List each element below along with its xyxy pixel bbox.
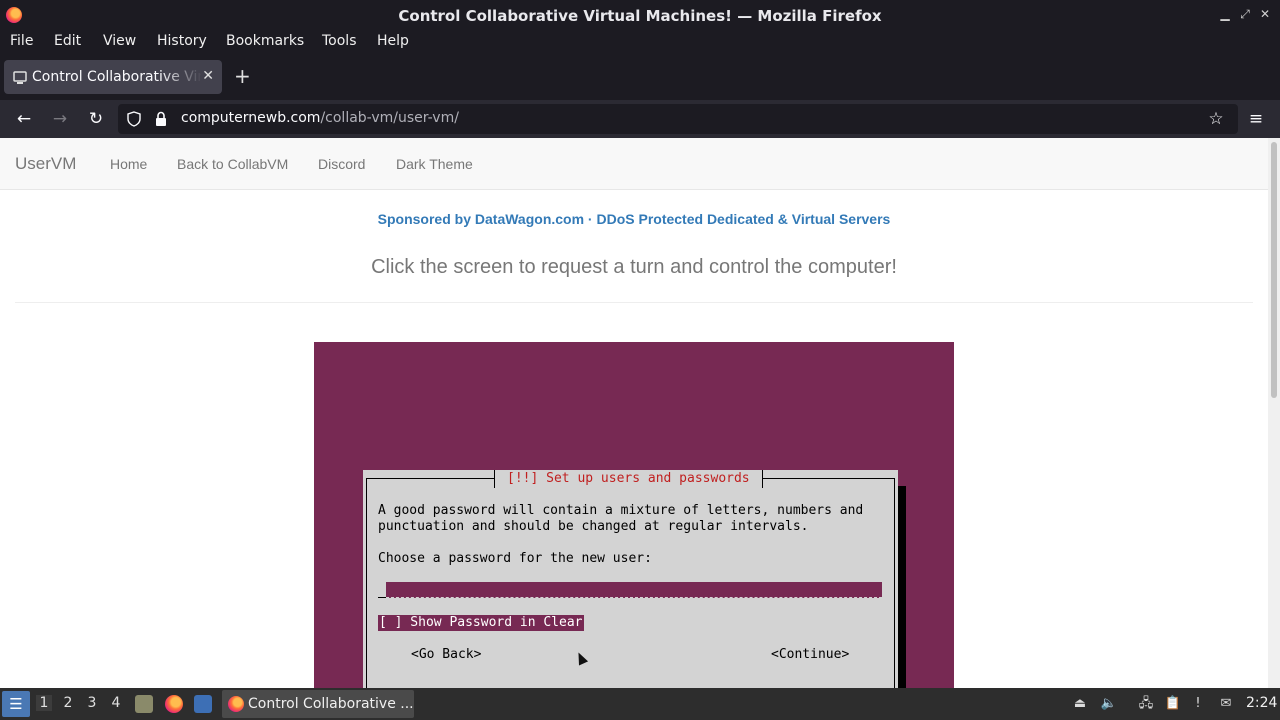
navigation-toolbar: ← → ↻ computernewb.com/collab-vm/user-vm… [0,100,1280,138]
firefox-task-icon [228,696,244,712]
eject-icon[interactable]: ⏏ [1071,695,1089,713]
bookmark-star-icon[interactable]: ☆ [1206,109,1226,129]
page-scrollbar[interactable] [1268,138,1280,688]
menu-help[interactable]: Help [377,33,409,49]
nav-link-discord[interactable]: Discord [318,156,365,172]
installer-dialog: [!!] Set up users and passwords A good p… [363,470,898,688]
workspace-3[interactable]: 3 [84,695,100,711]
minimize-button[interactable]: ▁ [1218,6,1232,22]
dialog-title: [!!] Set up users and passwords [494,470,763,488]
close-window-button[interactable]: ✕ [1258,6,1272,22]
clock: 2:24 [1246,695,1278,711]
collabvm-favicon-icon [13,71,27,84]
desktop-icon[interactable] [194,695,212,713]
tab-strip: Control Collaborative Virtual Machines! … [0,54,1280,100]
reload-button[interactable]: ↻ [86,109,106,129]
tab-title: Control Collaborative Virtual Machines! [32,69,202,85]
sponsor-link[interactable]: Sponsored by DataWagon.com · DDoS Protec… [0,211,1268,227]
site-navbar: UserVM Home Back to CollabVM Discord Dar… [0,138,1268,190]
password-prompt: Choose a password for the new user: [378,551,652,566]
tab-active[interactable]: Control Collaborative Virtual Machines! … [4,60,222,94]
menu-edit[interactable]: Edit [54,33,81,49]
url-bar[interactable]: computernewb.com/collab-vm/user-vm/ ☆ [118,104,1238,134]
back-button[interactable]: ← [14,109,34,129]
page-lead-text: Click the screen to request a turn and c… [371,256,897,278]
web-page: UserVM Home Back to CollabVM Discord Dar… [0,138,1268,688]
taskbar: ☰ 1 2 3 4 Control Collaborative ... ⏏ 🔈 … [0,688,1280,720]
menu-tools[interactable]: Tools [322,33,357,49]
clipboard-icon[interactable]: 📋 [1164,695,1182,713]
lock-icon[interactable] [154,111,168,127]
nav-link-home[interactable]: Home [110,156,147,172]
go-back-button[interactable]: <Go Back> [411,647,481,663]
dialog-text-line-2: punctuation and should be changed at reg… [378,519,809,534]
show-password-checkbox[interactable]: [ ] Show Password in Clear [378,615,584,631]
text-cursor [378,582,386,598]
start-menu-button[interactable]: ☰ [2,691,30,717]
window-title: Control Collaborative Virtual Machines! … [398,7,882,25]
tab-close-icon[interactable]: ✕ [202,68,214,84]
new-tab-button[interactable]: + [234,66,251,86]
url-text[interactable]: computernewb.com/collab-vm/user-vm/ [181,110,459,126]
scrollbar-thumb[interactable] [1271,142,1277,398]
file-manager-icon[interactable] [135,695,153,713]
menu-bar: File Edit View History Bookmarks Tools H… [0,30,1280,54]
menu-file[interactable]: File [10,33,33,49]
shield-icon[interactable] [126,111,142,127]
password-input[interactable] [386,582,882,598]
site-brand[interactable]: UserVM [15,154,76,174]
workspace-1[interactable]: 1 [36,695,52,711]
workspace-4[interactable]: 4 [108,695,124,711]
menu-view[interactable]: View [103,33,136,49]
dialog-text-line-1: A good password will contain a mixture o… [378,503,864,518]
window-titlebar: Control Collaborative Virtual Machines! … [0,0,1280,30]
task-label: Control Collaborative ... [248,696,414,712]
continue-button[interactable]: <Continue> [771,647,849,663]
volume-icon[interactable]: 🔈 [1100,695,1118,713]
maximize-button[interactable]: ⤢ [1238,6,1252,22]
nav-link-dark-theme[interactable]: Dark Theme [396,156,473,172]
taskbar-task-firefox[interactable]: Control Collaborative ... [222,690,414,718]
url-domain: computernewb.com [181,110,321,126]
url-path: /collab-vm/user-vm/ [320,110,459,126]
vm-screen[interactable]: [!!] Set up users and passwords A good p… [314,342,954,688]
workspace-2[interactable]: 2 [60,695,76,711]
menu-bookmarks[interactable]: Bookmarks [226,33,304,49]
forward-button[interactable]: → [50,109,70,129]
divider [15,302,1253,303]
firefox-launcher-icon[interactable] [165,695,183,713]
nav-link-back-to-collabvm[interactable]: Back to CollabVM [177,156,288,172]
app-menu-button[interactable]: ≡ [1246,109,1266,129]
network-icon[interactable]: 🖧 [1137,695,1155,713]
menu-history[interactable]: History [157,33,207,49]
mail-icon[interactable]: ✉ [1217,695,1235,713]
notification-icon[interactable]: ! [1189,695,1207,713]
